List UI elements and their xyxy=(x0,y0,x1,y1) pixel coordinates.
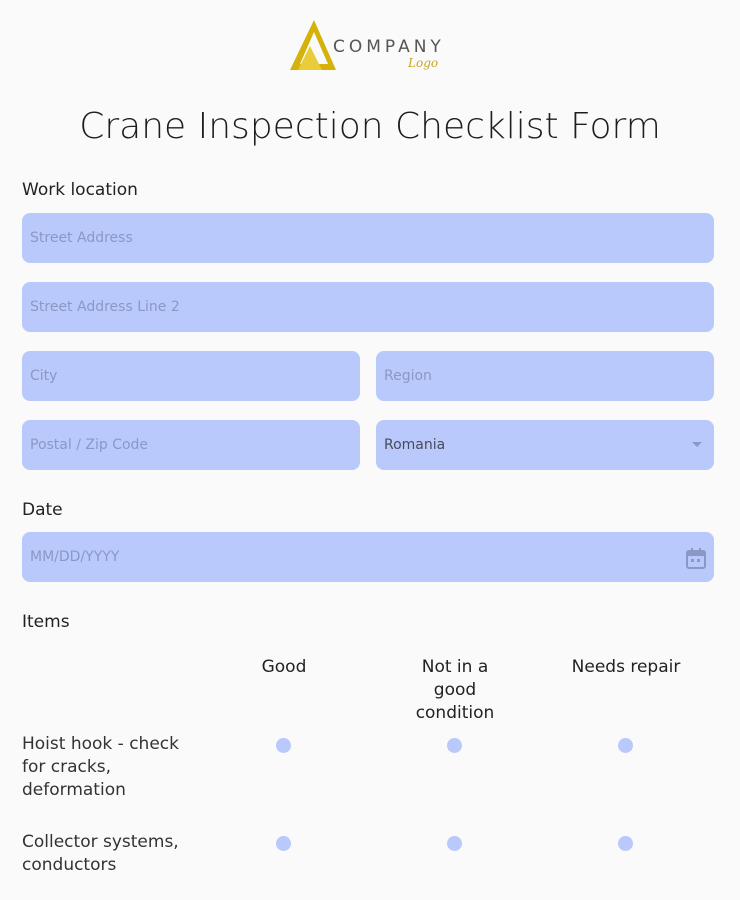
item-row-label: Hoist hook - check for cracks, deformati… xyxy=(22,734,179,800)
street-address-line2-input[interactable]: Street Address Line 2 xyxy=(22,282,714,332)
radio-collector-not-good[interactable] xyxy=(447,836,462,851)
country-value: Romania xyxy=(384,437,446,453)
logo-subtext: Logo xyxy=(408,56,439,70)
date-placeholder: MM/DD/YYYY xyxy=(30,549,120,565)
radio-hoist-not-good[interactable] xyxy=(447,738,462,753)
date-input[interactable]: MM/DD/YYYY xyxy=(22,532,714,582)
radio-collector-good[interactable] xyxy=(276,836,291,851)
street-address-line2-placeholder: Street Address Line 2 xyxy=(30,299,180,315)
street-address-input[interactable]: Street Address xyxy=(22,213,714,263)
calendar-icon[interactable] xyxy=(686,547,706,569)
item-row-label: Collector systems, conductors xyxy=(22,832,179,875)
postal-code-placeholder: Postal / Zip Code xyxy=(30,437,149,453)
country-select[interactable]: Romania xyxy=(376,420,714,470)
logo-word: COMPANY xyxy=(333,37,445,57)
city-placeholder: City xyxy=(30,368,58,384)
items-label: Items xyxy=(22,612,70,632)
page-title: Crane Inspection Checklist Form xyxy=(79,106,661,147)
radio-hoist-good[interactable] xyxy=(276,738,291,753)
region-placeholder: Region xyxy=(384,368,432,384)
work-location-label: Work location xyxy=(22,180,138,200)
logo-triangle-icon xyxy=(290,20,336,70)
region-input[interactable]: Region xyxy=(376,351,714,401)
column-header-good: Good xyxy=(261,657,307,677)
radio-collector-needs-repair[interactable] xyxy=(618,836,633,851)
company-logo: COMPANY Logo xyxy=(288,18,458,76)
street-address-placeholder: Street Address xyxy=(30,230,133,246)
column-header-not-good: Not in a good condition xyxy=(415,657,495,723)
radio-hoist-needs-repair[interactable] xyxy=(618,738,633,753)
date-label: Date xyxy=(22,500,63,520)
postal-code-input[interactable]: Postal / Zip Code xyxy=(22,420,360,470)
city-input[interactable]: City xyxy=(22,351,360,401)
chevron-down-icon xyxy=(692,442,702,447)
column-header-needs-repair: Needs repair xyxy=(571,657,681,677)
